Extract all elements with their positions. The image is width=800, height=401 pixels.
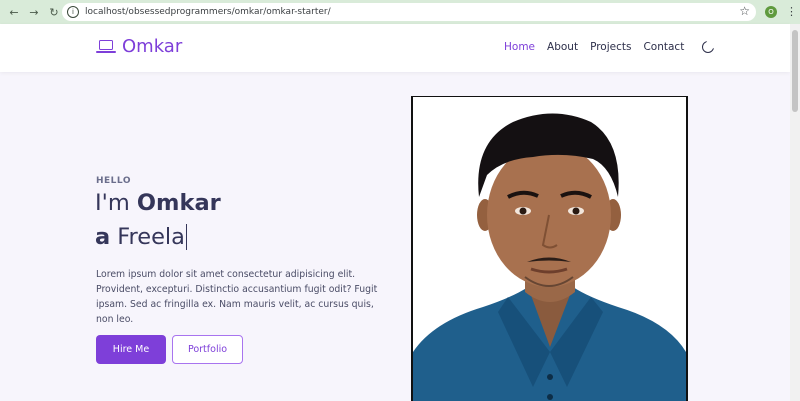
portfolio-button[interactable]: Portfolio (172, 335, 243, 364)
url-text[interactable]: localhost/obsessedprogrammers/omkar/omka… (85, 7, 331, 17)
address-bar[interactable]: i localhost/obsessedprogrammers/omkar/om… (62, 3, 756, 21)
hero-name: Omkar (136, 190, 221, 216)
scrollbar-thumb[interactable] (792, 30, 798, 112)
nav-projects[interactable]: Projects (590, 41, 631, 53)
forward-icon[interactable]: → (26, 4, 42, 20)
hero-role: a Freela (95, 224, 188, 250)
star-icon[interactable]: ☆ (739, 4, 750, 18)
menu-kebab-icon[interactable]: ⋮ (786, 5, 797, 19)
hire-me-button[interactable]: Hire Me (96, 335, 166, 364)
page-scrollbar[interactable] (790, 24, 800, 401)
back-icon[interactable]: ← (6, 4, 22, 20)
hero-heading: I'm Omkar (95, 190, 221, 216)
profile-avatar[interactable]: O (765, 6, 777, 18)
brand-logo[interactable]: Omkar (96, 36, 182, 57)
info-icon[interactable]: i (67, 6, 79, 18)
main-nav: Home About Projects Contact (504, 39, 717, 53)
hero-intro: I'm (95, 190, 130, 216)
hero-description: Lorem ipsum dolor sit amet consectetur a… (96, 269, 378, 325)
nav-about[interactable]: About (547, 41, 578, 53)
hero-role-prefix: a (95, 224, 111, 250)
portrait-illustration (413, 113, 686, 401)
nav-contact[interactable]: Contact (643, 41, 684, 53)
nav-home[interactable]: Home (504, 41, 535, 53)
hero-greeting: HELLO (96, 176, 131, 186)
hero-typed-text: Freela (117, 224, 185, 250)
reload-icon[interactable]: ↻ (46, 4, 62, 20)
laptop-icon (96, 39, 118, 55)
brand-name: Omkar (122, 36, 183, 57)
moon-icon[interactable] (702, 39, 717, 53)
site-header: Omkar Home About Projects Contact (0, 24, 790, 72)
profile-photo (411, 96, 688, 401)
typing-caret (185, 224, 188, 250)
